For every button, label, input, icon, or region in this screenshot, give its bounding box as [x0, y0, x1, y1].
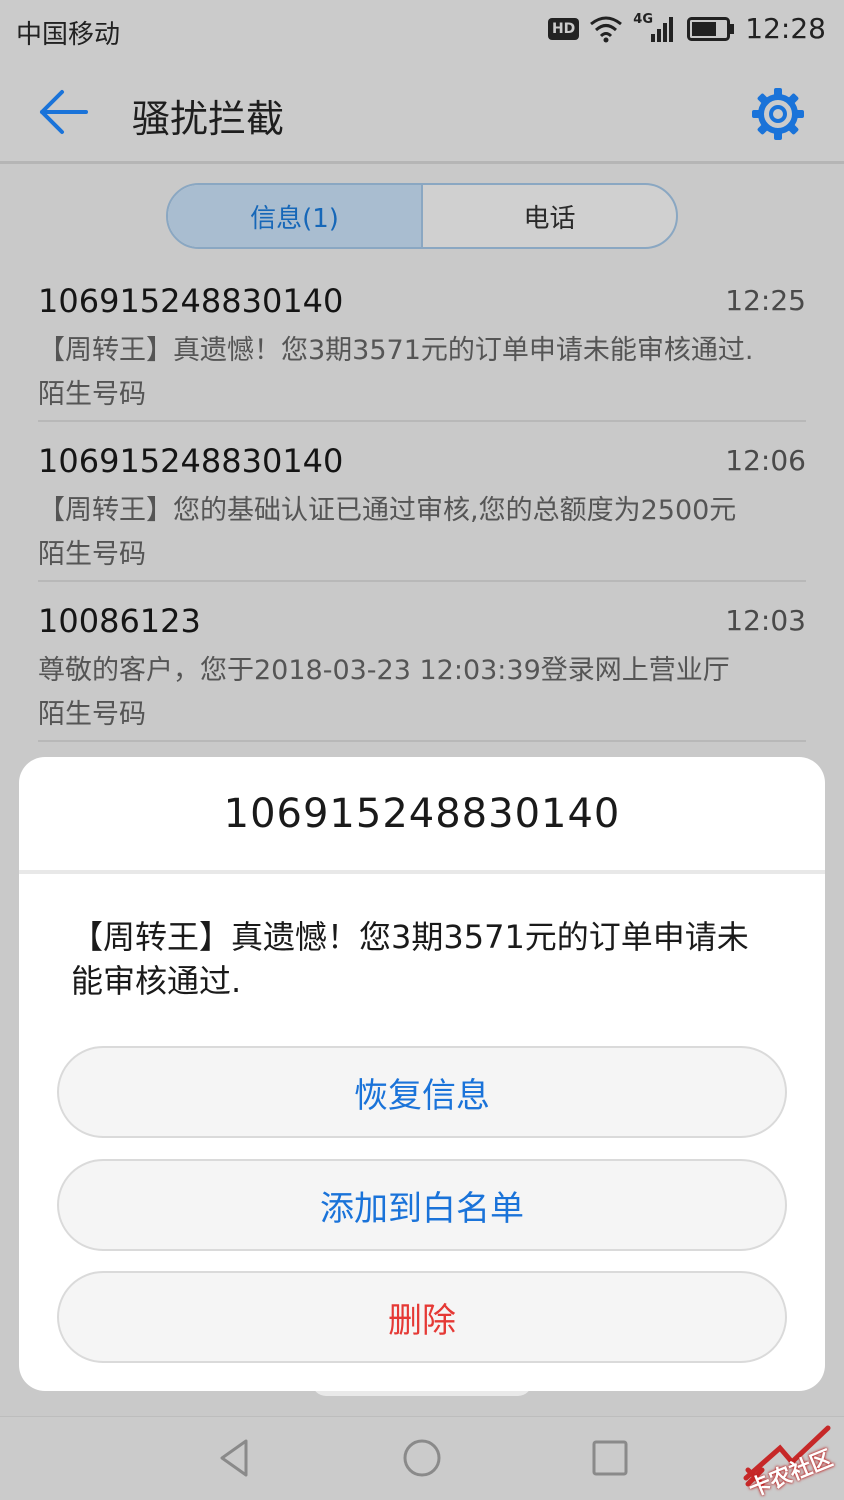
nav-back-icon[interactable] [214, 1437, 256, 1479]
battery-icon [687, 16, 735, 41]
nav-home-icon[interactable] [401, 1437, 443, 1479]
gear-icon[interactable] [748, 84, 808, 144]
tab-messages[interactable]: 信息(1) [168, 185, 423, 247]
sender-number: 106915248830140 [38, 442, 344, 480]
status-icons: HD 4G 12:28 [547, 12, 826, 45]
signal-icon [651, 16, 674, 42]
list-item[interactable]: 106915248830140 12:25 【周转王】真遗憾！您3期3571元的… [38, 262, 806, 422]
restore-message-button[interactable]: 恢复信息 [57, 1046, 787, 1138]
sender-tag: 陌生号码 [38, 539, 146, 570]
nav-recents-icon[interactable] [590, 1438, 630, 1478]
page-title: 骚扰拦截 [132, 97, 285, 141]
status-bar: 中国移动 HD 4G 12:28 [0, 0, 844, 60]
tab-calls[interactable]: 电话 [423, 185, 676, 247]
message-preview: 【周转王】真遗憾！您3期3571元的订单申请未能审核通过. [38, 335, 754, 366]
wifi-icon [590, 16, 623, 42]
list-item[interactable]: 10086123 12:03 尊敬的客户，您于2018-03-23 12:03:… [38, 582, 806, 742]
hd-badge: HD [547, 17, 580, 40]
dialog-divider [19, 870, 825, 874]
list-item[interactable]: 106915248830140 12:06 【周转王】您的基础认证已通过审核,您… [38, 422, 806, 582]
message-action-dialog: 106915248830140 【周转王】真遗憾！您3期3571元的订单申请未能… [19, 757, 825, 1391]
tab-switcher: 信息(1) 电话 [166, 183, 678, 249]
arrow-left-icon[interactable] [30, 84, 94, 140]
message-time: 12:03 [725, 604, 806, 637]
message-preview: 尊敬的客户，您于2018-03-23 12:03:39登录网上营业厅 [38, 655, 730, 686]
message-time: 12:25 [725, 284, 806, 317]
dialog-message: 【周转王】真遗憾！您3期3571元的订单申请未能审核通过. [71, 918, 749, 1000]
sender-tag: 陌生号码 [38, 379, 146, 410]
sender-tag: 陌生号码 [38, 699, 146, 730]
navigation-bar [0, 1416, 844, 1500]
sender-number: 10086123 [38, 602, 201, 640]
delete-button[interactable]: 删除 [57, 1271, 787, 1363]
carrier-name: 中国移动 [16, 20, 121, 50]
app-bar: 骚扰拦截 [0, 60, 844, 164]
signal-indicator: 4G [633, 12, 677, 44]
status-clock: 12:28 [745, 12, 826, 45]
dialog-title: 106915248830140 [223, 791, 621, 837]
add-to-whitelist-button[interactable]: 添加到白名单 [57, 1159, 787, 1251]
sender-number: 106915248830140 [38, 282, 344, 320]
message-time: 12:06 [725, 444, 806, 477]
message-preview: 【周转王】您的基础认证已通过审核,您的总额度为2500元 [38, 495, 737, 526]
